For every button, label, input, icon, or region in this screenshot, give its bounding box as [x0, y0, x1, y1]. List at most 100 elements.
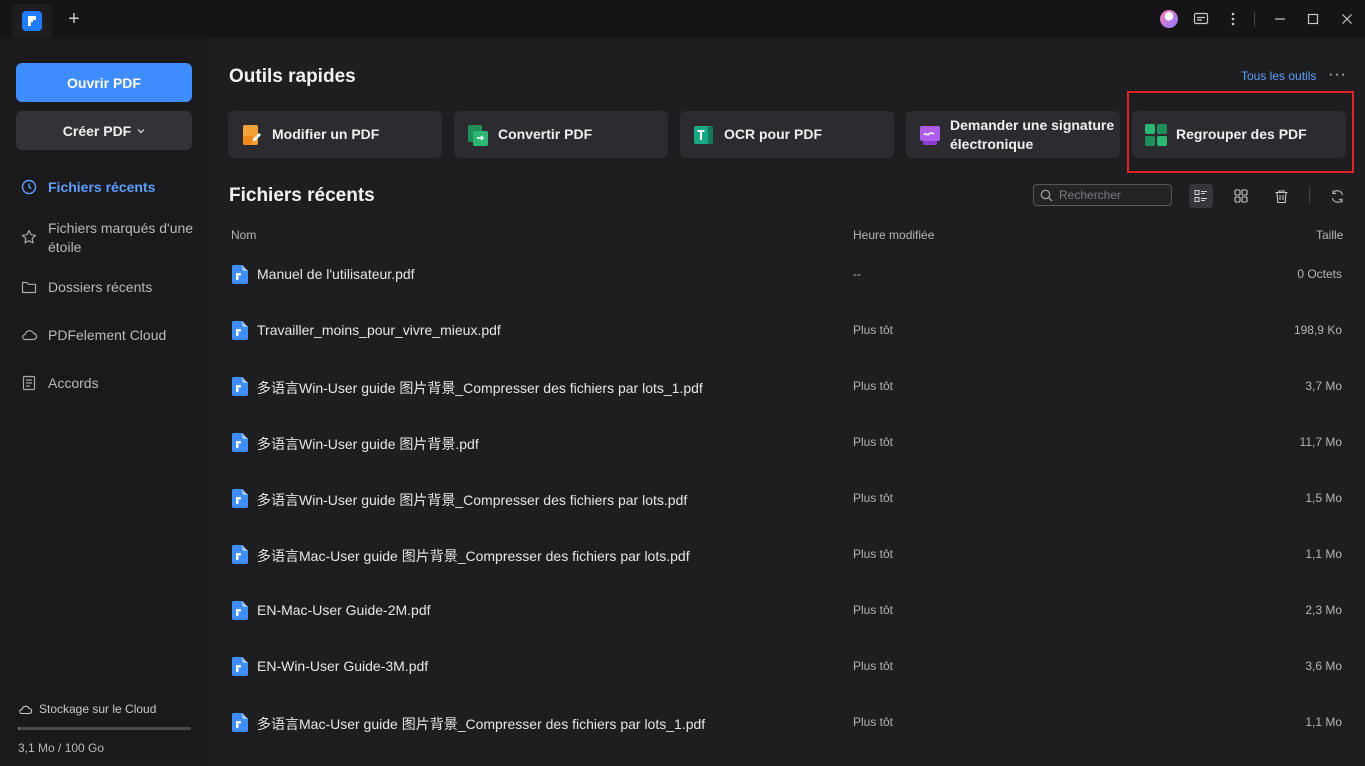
file-row[interactable]: 多语言Mac-User guide 图片背景_Compresser des fi…	[228, 526, 1350, 582]
sidebar-item-cloud[interactable]: PDFelement Cloud	[20, 326, 200, 345]
open-pdf-button[interactable]: Ouvrir PDF	[16, 63, 192, 102]
sidebar-item-agreements[interactable]: Accords	[20, 374, 200, 393]
search-box[interactable]	[1033, 184, 1172, 206]
highlight-box	[1127, 91, 1354, 173]
file-row[interactable]: 多语言Mac-User guide 图片背景_Compresser des fi…	[228, 694, 1350, 750]
more-options-button[interactable]: ···	[1328, 66, 1347, 84]
close-icon	[1342, 14, 1352, 24]
file-modified: Plus tôt	[853, 547, 894, 561]
ocr-icon	[694, 125, 713, 144]
file-modified: Plus tôt	[853, 379, 894, 393]
file-row[interactable]: 多语言Win-User guide 图片背景.pdf Plus tôt 11,7 M…	[228, 414, 1350, 470]
maximize-button[interactable]	[1303, 9, 1323, 29]
new-tab-button[interactable]: +	[64, 9, 84, 29]
refresh-button[interactable]	[1325, 184, 1349, 208]
feedback-button[interactable]	[1191, 9, 1211, 29]
pdf-file-icon	[232, 601, 248, 620]
file-size: 2,3 Mo	[1305, 603, 1342, 617]
minimize-button[interactable]	[1270, 9, 1290, 29]
pdf-file-icon	[232, 433, 248, 452]
esign-icon	[920, 125, 940, 145]
search-input[interactable]	[1059, 188, 1159, 202]
file-size: 198,9 Ko	[1293, 323, 1342, 337]
tool-edit-pdf[interactable]: Modifier un PDF	[228, 111, 442, 158]
file-name: 多语言Mac-User guide 图片背景_Compresser des fi…	[257, 716, 706, 732]
search-icon	[1040, 189, 1053, 201]
file-row[interactable]: 多语言Win-User guide 图片背景_Compresser des fi…	[228, 358, 1350, 414]
tool-label: Modifier un PDF	[272, 126, 380, 142]
all-tools-link[interactable]: Tous les outils	[1241, 69, 1316, 83]
file-row[interactable]: Manuel de l'utilisateur.pdf -- 0 Octets	[228, 246, 1350, 302]
sidebar-item-recent-files[interactable]: Fichiers récents	[20, 178, 200, 197]
column-header-size[interactable]: Taille	[1316, 228, 1343, 242]
file-row[interactable]: Travailler_moins_pour_vivre_mieux.pdf Plu…	[228, 302, 1350, 358]
file-name: Manuel de l'utilisateur.pdf	[257, 266, 415, 282]
message-icon	[1193, 12, 1209, 25]
tool-label: Convertir PDF	[498, 126, 593, 142]
cloud-storage-text: Stockage sur le Cloud	[39, 702, 157, 716]
create-pdf-label: Créer PDF	[62, 122, 132, 139]
app-tab[interactable]	[12, 4, 52, 38]
sidebar: Ouvrir PDF Créer PDF Fichiers récents Fi…	[0, 38, 208, 766]
toolbar-divider	[1309, 186, 1310, 204]
pdf-file-icon	[232, 377, 248, 396]
file-modified: Plus tôt	[853, 491, 894, 505]
file-modified: Plus tôt	[853, 715, 894, 729]
file-name: 多语言Win-User guide 图片背景_Compresser des fi…	[257, 380, 703, 396]
file-modified: Plus tôt	[853, 435, 894, 449]
pdf-file-icon	[232, 489, 248, 508]
recent-files-title: Fichiers récents	[229, 185, 375, 206]
file-row[interactable]: EN-Win-User Guide-3M.pdf Plus tôt 3,6 Mo	[228, 638, 1350, 694]
file-name: 多语言Mac-User guide 图片背景_Compresser des fi…	[257, 548, 690, 564]
pdf-file-icon	[232, 713, 248, 732]
column-header-name[interactable]: Nom	[231, 228, 256, 242]
file-modified: Plus tôt	[853, 603, 894, 617]
title-bar: +	[0, 0, 1365, 38]
trash-icon	[1275, 189, 1287, 203]
cloud-storage-label: Stockage sur le Cloud	[18, 702, 156, 716]
more-menu-button[interactable]	[1223, 9, 1243, 29]
tool-label: OCR pour PDF	[724, 126, 822, 142]
sidebar-item-label: PDFelement Cloud	[48, 327, 167, 343]
pdf-file-icon	[232, 321, 248, 340]
file-name: EN-Win-User Guide-3M.pdf	[257, 658, 429, 674]
file-name: 多语言Win-User guide 图片背景_Compresser des fi…	[257, 492, 688, 508]
file-row[interactable]: 多语言Win-User guide 图片背景_Compresser des fi…	[228, 470, 1350, 526]
file-name: 多语言Win-User guide 图片背景.pdf	[257, 436, 479, 452]
quick-tools-title: Outils rapides	[229, 66, 356, 87]
cloud-icon	[22, 330, 38, 341]
file-size: 3,6 Mo	[1305, 659, 1342, 673]
clock-icon	[21, 179, 37, 195]
sidebar-item-recent-folders[interactable]: Dossiers récents	[20, 278, 200, 297]
file-modified: Plus tôt	[853, 323, 894, 337]
clear-history-button[interactable]	[1269, 184, 1293, 208]
file-size: 1,1 Mo	[1305, 547, 1342, 561]
cloud-icon	[19, 705, 33, 715]
file-size: 0 Octets	[1297, 267, 1342, 281]
file-size: 3,7 Mo	[1305, 379, 1342, 393]
create-pdf-button[interactable]: Créer PDF	[16, 111, 192, 150]
file-size: 1,1 Mo	[1305, 715, 1342, 729]
file-size: 11,7 Mo	[1299, 435, 1342, 449]
tool-convert-pdf[interactable]: Convertir PDF	[454, 111, 668, 158]
sidebar-item-starred-files[interactable]: Fichiers marqués d'une étoile	[20, 219, 200, 257]
tool-ocr-pdf[interactable]: OCR pour PDF	[680, 111, 894, 158]
list-view-icon	[1194, 189, 1207, 203]
close-window-button[interactable]	[1337, 9, 1357, 29]
grid-view-button[interactable]	[1229, 184, 1253, 208]
chevron-down-icon	[137, 128, 145, 133]
cloud-storage-progress	[18, 727, 191, 730]
cloud-storage-usage: 3,1 Mo / 100 Go	[18, 741, 105, 755]
folder-icon	[21, 281, 37, 294]
file-name: EN-Mac-User Guide-2M.pdf	[257, 602, 431, 618]
sidebar-item-label: Accords	[48, 375, 99, 391]
column-header-modified[interactable]: Heure modifiée	[853, 228, 934, 242]
list-view-button[interactable]	[1189, 184, 1213, 208]
tool-request-esign[interactable]: Demander une signature électronique	[906, 111, 1120, 158]
user-avatar[interactable]	[1159, 9, 1179, 29]
maximize-icon	[1307, 13, 1319, 25]
file-modified: --	[853, 267, 861, 281]
file-row[interactable]: EN-Mac-User Guide-2M.pdf Plus tôt 2,3 Mo	[228, 582, 1350, 638]
sidebar-item-label: Fichiers marqués d'une étoile	[48, 220, 194, 255]
convert-pdf-icon	[468, 124, 488, 146]
